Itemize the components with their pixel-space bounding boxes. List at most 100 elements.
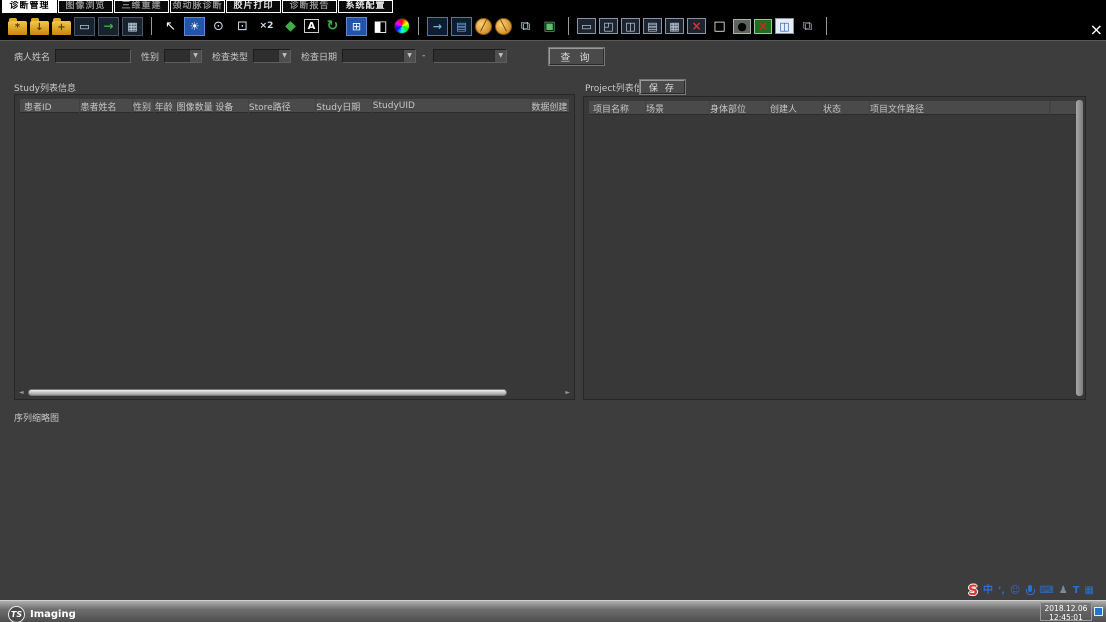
layout-grid-icon[interactable]: ▦ bbox=[665, 18, 684, 34]
column-study-date[interactable]: Study日期 bbox=[316, 99, 372, 113]
exam-date-from-select[interactable]: ▼ bbox=[342, 49, 416, 63]
roi-delete-icon[interactable]: × bbox=[754, 19, 772, 34]
start-logo[interactable]: TS Imaging bbox=[8, 602, 76, 622]
fit-window-icon[interactable]: ⊞ bbox=[346, 17, 367, 36]
tab-system-config[interactable]: 系统配置 bbox=[338, 0, 393, 13]
toolbar-separator bbox=[568, 17, 569, 35]
scroll-right-icon[interactable]: ► bbox=[563, 389, 570, 396]
patient-name-input[interactable] bbox=[55, 49, 131, 63]
emoji-icon[interactable]: ☺ bbox=[1010, 585, 1020, 597]
toolbar-separator bbox=[826, 17, 827, 35]
copy-report-icon[interactable]: ⧉ bbox=[515, 17, 536, 36]
cascade-windows-icon[interactable]: ⧉ bbox=[797, 17, 818, 36]
film-layout-icon[interactable]: ▤ bbox=[451, 17, 472, 36]
gender-label: 性别 bbox=[141, 50, 159, 63]
column-project-name[interactable]: 项目名称 bbox=[593, 101, 646, 115]
column-patient-id[interactable]: 患者ID bbox=[24, 99, 80, 113]
tab-diagnosis-report[interactable]: 诊断报告 bbox=[282, 0, 337, 13]
skin-icon[interactable]: T bbox=[1073, 585, 1080, 597]
measure-tool-icon[interactable]: ╱ bbox=[475, 18, 492, 35]
layout-edit-icon[interactable]: ◰ bbox=[599, 18, 618, 34]
chinese-mode-icon[interactable]: 中 bbox=[983, 585, 993, 597]
split-view-icon[interactable]: ◫ bbox=[775, 18, 794, 34]
sogou-input-icon[interactable]: S bbox=[968, 585, 978, 597]
horizontal-scrollbar[interactable]: ◄ ► bbox=[19, 387, 570, 397]
column-creator[interactable]: 创建人 bbox=[770, 101, 823, 115]
vertical-scrollbar[interactable] bbox=[1076, 100, 1083, 396]
login-icon[interactable]: ♟ bbox=[1059, 585, 1068, 597]
taskbar: TS Imaging 2018.12.06 12:45:01 bbox=[0, 600, 1106, 622]
film-view-icon[interactable]: ▭ bbox=[74, 17, 95, 36]
export-image-icon[interactable]: ▣ bbox=[539, 17, 560, 36]
column-study-uid[interactable]: StudyUID bbox=[373, 100, 532, 111]
chevron-down-icon: ▼ bbox=[494, 50, 506, 62]
annotation-icon[interactable]: A bbox=[304, 19, 319, 33]
language-indicator-icon[interactable] bbox=[1094, 607, 1103, 616]
column-store-path[interactable]: Store路径 bbox=[249, 99, 316, 113]
close-button[interactable]: × bbox=[1090, 23, 1103, 37]
pointer-cursor-icon[interactable]: ↖ bbox=[160, 17, 181, 36]
pan-move-icon[interactable]: ◆ bbox=[280, 17, 301, 36]
column-patient-name[interactable]: 患者姓名 bbox=[80, 99, 133, 113]
column-body-part[interactable]: 身体部位 bbox=[710, 101, 770, 115]
scrollbar-thumb[interactable] bbox=[28, 389, 507, 396]
send-export-icon[interactable]: → bbox=[98, 17, 119, 36]
brand-name: Imaging bbox=[30, 609, 76, 620]
tab-3d-reconstruction[interactable]: 三维重建 bbox=[114, 0, 169, 13]
exam-date-label: 检查日期 bbox=[301, 50, 337, 63]
film-import-icon[interactable]: → bbox=[427, 17, 448, 36]
soft-keyboard-icon[interactable]: ⌨ bbox=[1039, 585, 1053, 597]
column-status[interactable]: 状态 bbox=[823, 101, 870, 115]
zoom-2x-icon[interactable]: ×2 bbox=[256, 17, 277, 36]
taskbar-clock[interactable]: 2018.12.06 12:45:01 bbox=[1040, 602, 1092, 621]
column-gender[interactable]: 性别 bbox=[133, 99, 155, 113]
study-table-header: 患者ID 患者姓名 性别 年龄 图像数量 设备 Store路径 Study日期 … bbox=[20, 99, 569, 113]
chevron-down-icon: ▼ bbox=[278, 50, 290, 62]
tab-film-print[interactable]: 胶片打印 bbox=[226, 0, 281, 13]
toolbox-icon[interactable]: ▦ bbox=[1085, 585, 1094, 597]
toolbar-separator bbox=[418, 17, 419, 35]
toolbar-separator bbox=[151, 17, 152, 35]
chevron-down-icon: ▼ bbox=[403, 50, 415, 62]
date-range-separator: - bbox=[422, 51, 425, 61]
exam-type-select[interactable]: ▼ bbox=[253, 49, 291, 63]
refresh-icon[interactable]: ↻ bbox=[322, 17, 343, 36]
zoom-region-icon[interactable]: ⊡ bbox=[232, 17, 253, 36]
import-folder-icon[interactable]: ↓ bbox=[30, 21, 49, 35]
microphone-icon[interactable] bbox=[1025, 585, 1034, 597]
scroll-left-icon[interactable]: ◄ bbox=[19, 389, 26, 396]
layout-two-column-icon[interactable]: ◫ bbox=[621, 18, 640, 34]
layout-rows-icon[interactable]: ▤ bbox=[643, 18, 662, 34]
save-button[interactable]: 保 存 bbox=[640, 80, 685, 94]
clock-time: 12:45:01 bbox=[1041, 613, 1091, 622]
contrast-icon[interactable]: ◧ bbox=[370, 17, 391, 36]
column-image-count[interactable]: 图像数量 bbox=[177, 99, 216, 113]
new-study-folder-icon[interactable]: + bbox=[52, 21, 71, 35]
column-data-created[interactable]: 数据创建 bbox=[531, 99, 569, 113]
ellipse-shape-icon[interactable]: ● bbox=[733, 19, 751, 34]
tab-image-browse[interactable]: 图像浏览 bbox=[58, 0, 113, 13]
tab-diagnosis-management[interactable]: 诊断管理 bbox=[2, 0, 57, 13]
archive-box-icon[interactable]: ▦ bbox=[122, 17, 143, 36]
layout-single-icon[interactable]: ▭ bbox=[577, 18, 596, 34]
punctuation-icon[interactable]: ’, bbox=[998, 585, 1005, 597]
patient-name-label: 病人姓名 bbox=[14, 50, 50, 63]
tab-carotid-diagnosis[interactable]: 颈动脉诊断 bbox=[170, 0, 225, 13]
ts-logo-icon: TS bbox=[8, 606, 25, 622]
gender-select[interactable]: ▼ bbox=[164, 49, 202, 63]
column-scene[interactable]: 场景 bbox=[646, 101, 710, 115]
open-study-folder-icon[interactable]: * bbox=[8, 21, 27, 35]
column-device[interactable]: 设备 bbox=[215, 99, 249, 113]
column-project-file-path[interactable]: 项目文件路径 bbox=[870, 101, 1050, 115]
exam-date-to-select[interactable]: ▼ bbox=[433, 49, 507, 63]
layout-close-icon[interactable]: × bbox=[687, 18, 706, 34]
clock-date: 2018.12.06 bbox=[1041, 604, 1091, 613]
image-display-icon[interactable]: ☀ bbox=[184, 17, 205, 36]
rect-shape-icon[interactable]: □ bbox=[709, 17, 730, 36]
annotate-tool-icon[interactable]: ╲ bbox=[495, 18, 512, 35]
query-button[interactable]: 查 询 bbox=[549, 48, 603, 65]
tab-bar: 诊断管理 图像浏览 三维重建 颈动脉诊断 胶片打印 诊断报告 系统配置 bbox=[0, 0, 1106, 13]
color-palette-icon[interactable] bbox=[394, 18, 410, 34]
column-age[interactable]: 年龄 bbox=[155, 99, 177, 113]
zoom-icon[interactable]: ⊙ bbox=[208, 17, 229, 36]
